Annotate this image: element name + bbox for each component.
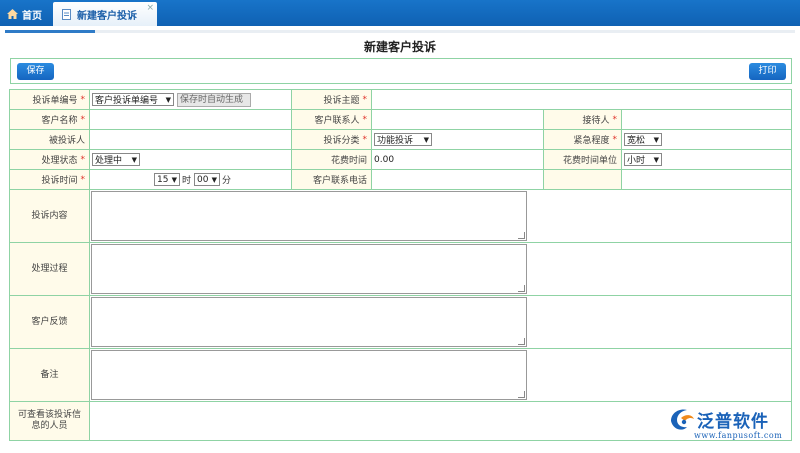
resize-grip-icon[interactable] xyxy=(518,285,525,292)
process-cell xyxy=(89,242,792,296)
resize-grip-icon[interactable] xyxy=(518,391,525,398)
home-icon xyxy=(7,9,18,19)
status-cell: 处理中 ▼ xyxy=(89,149,292,170)
minute-select[interactable]: 00 ▼ xyxy=(194,173,221,186)
label-content: 投诉内容 xyxy=(9,189,90,243)
time-unit-select[interactable]: 小时 ▼ xyxy=(624,153,662,166)
close-icon[interactable]: × xyxy=(146,3,154,13)
remark-textarea[interactable] xyxy=(91,350,527,400)
label-time-spent: 花费时间 xyxy=(291,149,372,170)
feedback-textarea[interactable] xyxy=(91,297,527,347)
customer-contact-input[interactable] xyxy=(371,109,544,130)
empty-label-cell xyxy=(543,169,622,190)
category-select[interactable]: 功能投诉 ▼ xyxy=(374,133,432,146)
tab-home[interactable]: 首页 xyxy=(0,2,50,26)
label-remark: 备注 xyxy=(9,348,90,402)
content-textarea[interactable] xyxy=(91,191,527,241)
fanpu-logo: 泛普软件 www.fanpusoft.com xyxy=(667,405,792,445)
empty-value-cell xyxy=(621,169,792,190)
label-viewers: 可查看该投诉信息的人员 xyxy=(9,401,90,441)
minute-unit: 分 xyxy=(222,176,232,186)
customer-name-input[interactable] xyxy=(89,109,292,130)
document-icon xyxy=(62,8,71,20)
customer-phone-input[interactable] xyxy=(371,169,544,190)
time-spent-input[interactable]: 0.00 xyxy=(371,149,544,170)
process-textarea[interactable] xyxy=(91,244,527,294)
category-cell: 功能投诉 ▼ xyxy=(371,129,544,150)
subject-input[interactable] xyxy=(371,89,792,110)
label-category: 投诉分类 * xyxy=(291,129,372,150)
progress-bar xyxy=(5,30,95,33)
urgency-cell: 宽松 ▼ xyxy=(621,129,792,150)
status-select[interactable]: 处理中 ▼ xyxy=(92,153,140,166)
logo-name: 泛普软件 xyxy=(697,412,769,432)
label-time-unit: 花费时间单位 xyxy=(543,149,622,170)
label-feedback: 客户反馈 xyxy=(9,295,90,349)
time-unit-cell: 小时 ▼ xyxy=(621,149,792,170)
label-customer-contact: 客户联系人 * xyxy=(291,109,372,130)
toolbar: 保存 打印 xyxy=(10,58,792,84)
tab-bar: 首页 新建客户投诉 × xyxy=(0,0,800,26)
label-urgency: 紧急程度 * xyxy=(543,129,622,150)
feedback-cell xyxy=(89,295,792,349)
tab-new-complaint[interactable]: 新建客户投诉 × xyxy=(53,2,157,26)
complaint-no-cell: 客户投诉单编号 ▼ 保存时自动生成 xyxy=(89,89,292,110)
tab-active-label: 新建客户投诉 xyxy=(77,10,137,22)
save-button[interactable]: 保存 xyxy=(17,63,54,80)
label-receiver: 接待人 * xyxy=(543,109,622,130)
label-customer-name: 客户名称 * xyxy=(9,109,90,130)
hour-unit: 时 xyxy=(182,176,192,186)
logo-url: www.fanpusoft.com xyxy=(694,431,783,440)
label-complaint-time: 投诉时间 * xyxy=(9,169,90,190)
content-cell xyxy=(89,189,792,243)
tab-home-label: 首页 xyxy=(22,10,42,22)
logo-swirl-icon xyxy=(671,409,694,430)
page-title: 新建客户投诉 xyxy=(363,40,436,54)
label-complaint-no: 投诉单编号 * xyxy=(9,89,90,110)
receiver-input[interactable] xyxy=(621,109,792,130)
label-subject: 投诉主题 * xyxy=(291,89,372,110)
complained-person-input[interactable] xyxy=(89,129,292,150)
resize-grip-icon[interactable] xyxy=(518,232,525,239)
label-complained-person: 被投诉人 xyxy=(9,129,90,150)
label-status: 处理状态 * xyxy=(9,149,90,170)
resize-grip-icon[interactable] xyxy=(518,338,525,345)
remark-cell xyxy=(89,348,792,402)
complaint-time-cell: 15 ▼ 时 00 ▼ 分 xyxy=(89,169,292,190)
hour-select[interactable]: 15 ▼ xyxy=(154,173,180,186)
complaint-no-select[interactable]: 客户投诉单编号 ▼ xyxy=(92,93,174,106)
urgency-select[interactable]: 宽松 ▼ xyxy=(624,133,662,146)
label-process: 处理过程 xyxy=(9,242,90,296)
print-button[interactable]: 打印 xyxy=(749,63,786,80)
complaint-no-auto: 保存时自动生成 xyxy=(177,92,251,107)
progress-track xyxy=(5,30,795,33)
label-customer-phone: 客户联系电话 xyxy=(291,169,372,190)
